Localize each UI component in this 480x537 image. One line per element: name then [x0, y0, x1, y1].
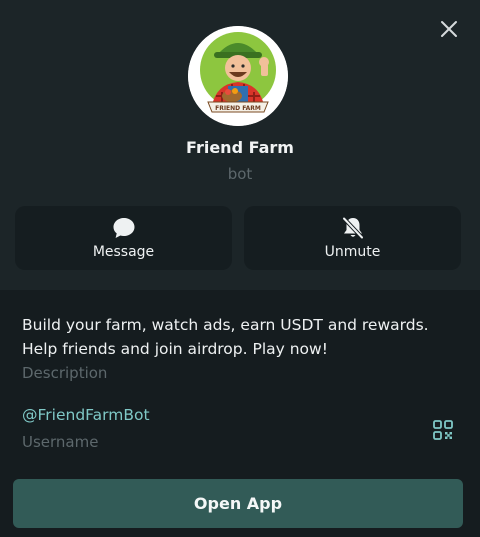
close-button[interactable]	[436, 16, 462, 42]
close-icon	[441, 21, 457, 37]
bot-type-label: bot	[227, 165, 253, 183]
bot-description: Build your farm, watch ads, earn USDT an…	[22, 316, 429, 358]
open-app-button[interactable]: Open App	[13, 479, 463, 528]
bot-username-link[interactable]: @FriendFarmBot	[22, 406, 150, 424]
svg-text:FRIEND FARM: FRIEND FARM	[215, 105, 261, 112]
description-caption: Description	[22, 364, 108, 382]
qr-code-icon	[433, 420, 453, 440]
message-button[interactable]: Message	[15, 206, 232, 270]
unmute-label: Unmute	[324, 244, 381, 260]
chat-bubble-icon	[113, 218, 134, 238]
profile-header: FRIEND FARM Friend Farm bot Message Unmu…	[0, 0, 480, 290]
bot-name: Friend Farm	[186, 138, 294, 157]
message-label: Message	[92, 244, 155, 260]
bell-off-icon	[341, 216, 364, 240]
unmute-button[interactable]: Unmute	[244, 206, 461, 270]
username-caption: Username	[22, 433, 99, 451]
avatar[interactable]: FRIEND FARM	[188, 26, 288, 126]
bot-profile-panel: FRIEND FARM Friend Farm bot Message Unmu…	[0, 0, 480, 537]
farmer-logo-icon: FRIEND FARM	[188, 26, 288, 126]
qr-code-button[interactable]	[432, 419, 454, 441]
